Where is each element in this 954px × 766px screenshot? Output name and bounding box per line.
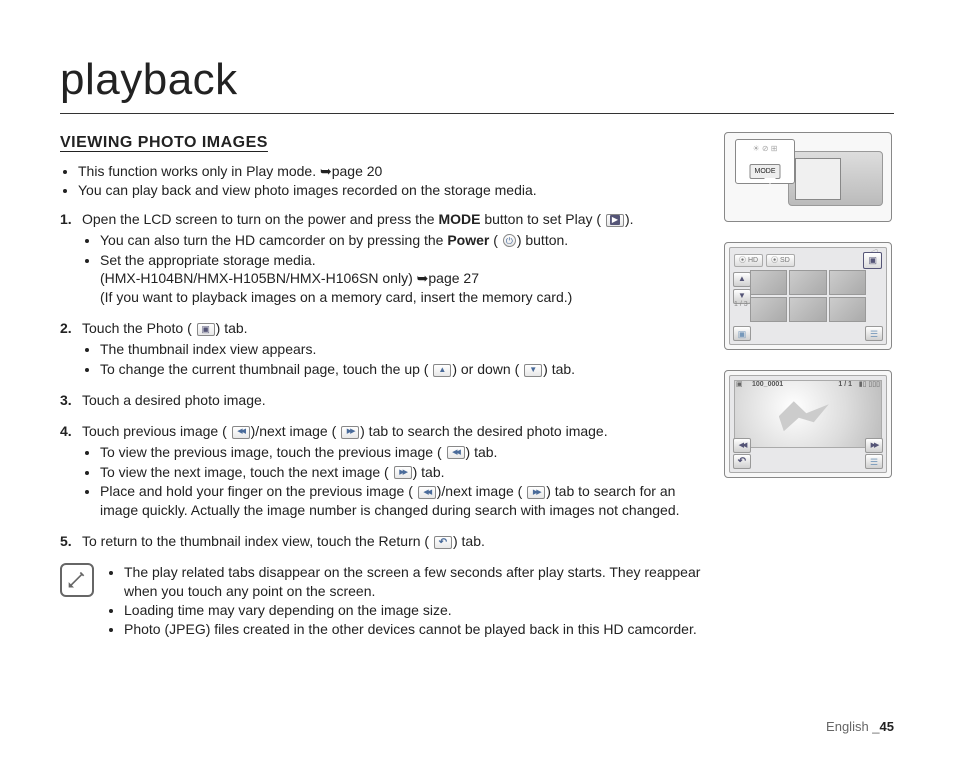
illustration-camcorder: ☀ ⊘ ⊞ MODE: [724, 132, 892, 222]
photo-tab-icon: ▣: [736, 380, 743, 389]
chapter-title: playback: [60, 50, 894, 114]
step-number: 2.: [60, 319, 72, 338]
page-footer: English _45: [826, 718, 894, 736]
step-2-sub2-c: ) tab.: [543, 361, 575, 377]
section-title: VIEWING PHOTO IMAGES: [60, 132, 704, 154]
step-1-text-c: ).: [625, 211, 634, 227]
step-4-sub2-a: To view the next image, touch the next i…: [100, 464, 393, 480]
intro-item-2: You can play back and view photo images …: [78, 181, 704, 200]
step-4-text-a: Touch previous image (: [82, 423, 231, 439]
page-ref-20: ➥page 20: [320, 163, 382, 179]
prev-image-icon: [418, 486, 436, 499]
step-4: 4. Touch previous image ( )/next image (…: [60, 422, 704, 520]
illustration-thumbnail-screen: ☟ ⦿ HD ⦿ SD 1 / 3 ▣ ☰: [724, 242, 892, 350]
note-3: Photo (JPEG) files created in the other …: [124, 620, 704, 639]
file-id: 100_0001: [752, 380, 783, 389]
next-image-icon: [394, 466, 412, 479]
step-number: 1.: [60, 210, 72, 229]
up-icon: [733, 272, 751, 287]
sd-tab: ⦿ SD: [766, 254, 795, 267]
step-1: 1. Open the LCD screen to turn on the po…: [60, 210, 704, 307]
return-icon: [434, 536, 452, 549]
step-3-text: Touch a desired photo image.: [82, 392, 266, 408]
illustration-column: ☀ ⊘ ⊞ MODE ☟ ⦿ HD ⦿ SD 1 / 3 ▣: [724, 132, 894, 638]
mode-word: MODE: [438, 211, 480, 227]
step-2-sub2-b: ) or down (: [452, 361, 523, 377]
battery-icon: ▮▯ ▯▯▯: [859, 380, 880, 389]
up-icon: [433, 364, 451, 377]
down-icon: [524, 364, 542, 377]
step-1-sub2-note-b: (If you want to playback images on a mem…: [100, 289, 572, 305]
photo-preview: [734, 380, 882, 448]
step-number: 3.: [60, 391, 72, 410]
prev-image-icon: [447, 446, 465, 459]
note-box: The play related tabs disappear on the s…: [60, 563, 704, 639]
footer-lang: English _: [826, 719, 879, 734]
storage-icon: ▣: [733, 326, 751, 341]
step-3: 3. Touch a desired photo image.: [60, 391, 704, 410]
step-4-text-b: )/next image (: [251, 423, 340, 439]
return-icon: [733, 454, 751, 469]
step-number: 5.: [60, 532, 72, 551]
hd-tab: ⦿ HD: [734, 254, 763, 267]
intro-item-1: This function works only in Play mode.: [78, 163, 320, 179]
intro-list: This function works only in Play mode. ➥…: [60, 162, 704, 200]
step-2: 2. Touch the Photo ( ) tab. The thumbnai…: [60, 319, 704, 379]
step-2-text-b: ) tab.: [216, 320, 248, 336]
power-icon: ⏻: [503, 234, 516, 247]
note-icon: [60, 563, 94, 597]
step-5-text-b: ) tab.: [453, 533, 485, 549]
step-4-sub1-a: To view the previous image, touch the pr…: [100, 444, 446, 460]
step-1-sub1-a: You can also turn the HD camcorder on by…: [100, 232, 447, 248]
main-text-column: VIEWING PHOTO IMAGES This function works…: [60, 132, 704, 638]
note-1: The play related tabs disappear on the s…: [124, 563, 704, 601]
step-1-sub2: Set the appropriate storage media.: [100, 252, 316, 268]
callout-bubble: ☀ ⊘ ⊞ MODE: [735, 139, 795, 184]
step-number: 4.: [60, 422, 72, 441]
menu-icon: ☰: [865, 326, 883, 341]
prev-image-icon: [733, 438, 751, 453]
photo-tab-icon: [863, 252, 882, 268]
step-5-text-a: To return to the thumbnail index view, t…: [82, 533, 433, 549]
step-4-sub2-b: ) tab.: [413, 464, 445, 480]
mode-button-label: MODE: [750, 164, 781, 179]
next-image-icon: [865, 438, 883, 453]
step-1-sub2-note-a: (HMX-H104BN/HMX-H105BN/HMX-H106SN only): [100, 270, 417, 286]
illustration-single-photo-screen: ▣ 100_0001 1 / 1 ▮▯ ▯▯▯ ☰: [724, 370, 892, 478]
prev-image-icon: [232, 426, 250, 439]
step-4-sub3-a: Place and hold your finger on the previo…: [100, 483, 417, 499]
camcorder-body-icon: [788, 151, 883, 206]
step-4-sub3-b: )/next image (: [437, 483, 526, 499]
next-image-icon: [527, 486, 545, 499]
next-image-icon: [341, 426, 359, 439]
frame-index: 1 / 1: [838, 380, 852, 389]
menu-icon: ☰: [865, 454, 883, 469]
step-2-text-a: Touch the Photo (: [82, 320, 196, 336]
step-1-sub1-b: (: [489, 232, 501, 248]
page-ref-27: ➥page 27: [417, 270, 479, 286]
step-1-text-a: Open the LCD screen to turn on the power…: [82, 211, 438, 227]
play-mode-icon: [606, 214, 624, 227]
note-2: Loading time may vary depending on the i…: [124, 601, 704, 620]
step-1-text-b: button to set Play (: [480, 211, 605, 227]
step-4-text-c: ) tab to search the desired photo image.: [360, 423, 607, 439]
step-2-sub1: The thumbnail index view appears.: [100, 340, 704, 359]
page-counter: 1 / 3: [734, 300, 748, 309]
power-word: Power: [447, 232, 489, 248]
steps-list: 1. Open the LCD screen to turn on the po…: [60, 210, 704, 551]
photo-tab-icon: [197, 323, 215, 336]
step-1-sub1-c: ) button.: [517, 232, 568, 248]
thumbnail-grid: [750, 270, 866, 322]
step-4-sub1-b: ) tab.: [466, 444, 498, 460]
step-5: 5. To return to the thumbnail index view…: [60, 532, 704, 551]
footer-page-number: 45: [880, 719, 894, 734]
step-2-sub2-a: To change the current thumbnail page, to…: [100, 361, 432, 377]
